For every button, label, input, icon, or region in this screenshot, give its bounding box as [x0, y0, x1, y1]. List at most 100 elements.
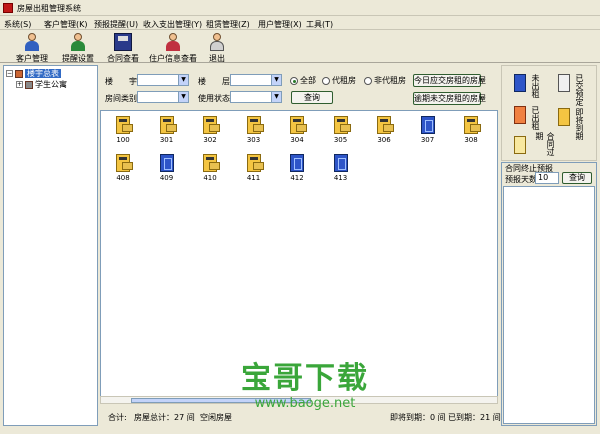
forecast-days-input[interactable]: 10 — [535, 172, 559, 184]
vacant-room-icon — [290, 154, 304, 172]
radio-dot — [290, 76, 298, 85]
forecast-query-button[interactable]: 查询 — [562, 172, 592, 184]
rented-room-icon — [377, 116, 394, 134]
radio-agent[interactable]: 代租房 — [322, 75, 356, 86]
exit-person-icon — [208, 33, 226, 51]
usage-status-select[interactable]: ▼ — [230, 91, 282, 103]
room-number: 306 — [377, 136, 391, 144]
usage-status-label: 使用状态 — [198, 94, 230, 103]
rented-room-icon — [246, 154, 264, 172]
chevron-down-icon: ▼ — [271, 92, 281, 102]
room-number: 305 — [333, 136, 348, 144]
expired-count: 已到期：21 间 — [448, 413, 501, 422]
forecast-results-list[interactable] — [503, 186, 595, 424]
room-number: 413 — [333, 174, 348, 182]
site-watermark: 宝哥下载 www.baoge.net — [215, 362, 395, 422]
tree-child-node[interactable]: + 学生公寓 — [16, 79, 67, 90]
room-number: 308 — [464, 136, 478, 144]
contract-disk-icon — [114, 33, 132, 51]
chevron-down-icon: ▼ — [178, 92, 188, 102]
expand-icon[interactable]: + — [16, 81, 23, 88]
room-number: 410 — [203, 174, 217, 182]
forecast-days-label: 预报天数 — [505, 175, 537, 184]
room-number: 409 — [159, 174, 174, 182]
contract-forecast-panel: 合同终止预报 预报天数 10 查询 — [501, 162, 597, 426]
room-303[interactable]: 303 — [240, 116, 268, 150]
menu-tools[interactable]: 工具(T) — [306, 19, 333, 30]
room-100[interactable]: 100 — [109, 116, 137, 150]
expired-room-icon — [514, 136, 526, 154]
room-413[interactable]: 413 — [327, 154, 355, 188]
chevron-down-icon: ▼ — [178, 75, 188, 85]
chevron-down-icon: ▼ — [271, 75, 281, 85]
room-number: 408 — [116, 174, 130, 182]
room-305[interactable]: 305 — [327, 116, 355, 150]
rented-room-icon — [116, 154, 133, 172]
total-label: 合计: — [108, 413, 127, 422]
title-bar: 房屋出租管理系统 — [0, 0, 600, 16]
room-410[interactable]: 410 — [196, 154, 224, 188]
radio-dot — [322, 76, 330, 85]
toolbar: 客户管理 提醒设置 合同查看 住户信息查看 退出 — [0, 31, 600, 63]
room-number: 304 — [290, 136, 304, 144]
rented-room-icon — [116, 116, 133, 134]
room-302[interactable]: 302 — [196, 116, 224, 150]
menu-income-expense[interactable]: 收入支出管理(Y) — [143, 19, 202, 30]
room-411[interactable]: 411 — [240, 154, 268, 188]
total-rooms: 房屋总计：27 间 — [134, 413, 195, 422]
collapse-icon[interactable]: − — [6, 70, 13, 77]
room-412[interactable]: 412 — [283, 154, 311, 188]
menu-customers[interactable]: 客户管理(K) — [44, 19, 88, 30]
vacant-room-icon — [159, 154, 174, 172]
expiring-count: 即将到期：0 间 — [390, 413, 446, 422]
window-title: 房屋出租管理系统 — [17, 4, 81, 13]
building-tree: − 楼宇总表 + 学生公寓 — [3, 65, 98, 426]
room-306[interactable]: 306 — [370, 116, 398, 150]
tree-root-node[interactable]: − 楼宇总表 — [6, 68, 61, 79]
room-number: 302 — [203, 136, 217, 144]
watermark-url: www.baoge.net — [254, 396, 356, 411]
room-301[interactable]: 301 — [153, 116, 181, 150]
due-today-button[interactable]: 今日应交房租的房屋 — [413, 74, 486, 87]
floor-select[interactable]: ▼ — [230, 74, 282, 86]
legend-expiring: 即将到期 — [558, 108, 594, 148]
room-number: 411 — [246, 174, 261, 182]
room-304[interactable]: 304 — [283, 116, 311, 150]
building-select[interactable]: ▼ — [137, 74, 189, 86]
exit-button[interactable]: 退出 — [204, 33, 230, 63]
prepaid-room-icon — [558, 74, 570, 92]
overdue-button[interactable]: 逾期未交房租的房屋 — [413, 92, 486, 105]
radio-all[interactable]: 全部 — [290, 75, 316, 86]
view-contracts-button[interactable]: 合同查看 — [105, 33, 141, 63]
rented-room-icon — [203, 154, 220, 172]
room-408[interactable]: 408 — [109, 154, 137, 188]
room-307[interactable]: 307 — [414, 116, 442, 150]
menu-system[interactable]: 系统(S) — [4, 19, 31, 30]
menu-reminders[interactable]: 预报提醒(U) — [94, 19, 138, 30]
room-number: 412 — [290, 174, 304, 182]
room-409[interactable]: 409 — [153, 154, 181, 188]
legend-vacant: 未出租 — [514, 74, 544, 110]
room-308[interactable]: 308 — [457, 116, 485, 150]
tenant-person-icon — [164, 33, 182, 51]
legend-expired: 合同过期 — [514, 132, 555, 160]
building-icon — [15, 69, 23, 78]
room-number: 100 — [116, 136, 130, 144]
customers-button[interactable]: 客户管理 — [14, 33, 50, 63]
rented-room-icon — [203, 116, 220, 134]
legend-prepaid: 已交预定 — [558, 74, 594, 110]
tenant-info-button[interactable]: 住户信息查看 — [148, 33, 198, 63]
room-number: 301 — [159, 136, 174, 144]
radio-non-agent[interactable]: 非代租房 — [364, 75, 406, 86]
reminder-settings-button[interactable]: 提醒设置 — [60, 33, 96, 63]
menu-lease[interactable]: 租赁管理(Z) — [206, 19, 250, 30]
room-number: 307 — [420, 136, 435, 144]
watermark-text: 宝哥下载 — [241, 361, 369, 396]
vacant-room-icon — [514, 74, 526, 92]
menu-users[interactable]: 用户管理(X) — [258, 19, 302, 30]
room-type-select[interactable]: ▼ — [137, 91, 189, 103]
customer-person-icon — [23, 33, 41, 51]
room-type-label: 房间类别 — [105, 94, 137, 103]
building-icon — [25, 80, 33, 89]
query-button[interactable]: 查询 — [291, 91, 333, 104]
